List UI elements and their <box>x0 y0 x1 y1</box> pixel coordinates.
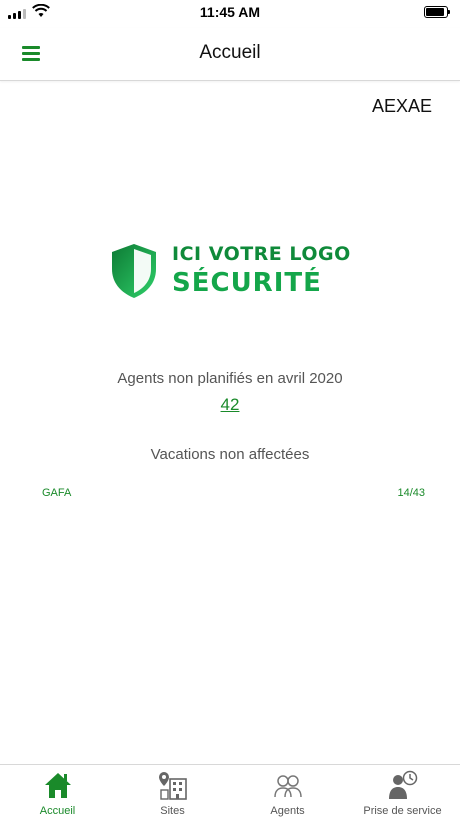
unplanned-agents-count-link[interactable]: 42 <box>0 395 460 415</box>
tab-agents[interactable]: Agents <box>230 765 345 819</box>
tab-label: Accueil <box>39 805 76 817</box>
tab-bar: Accueil Sites Agents Prise de service <box>0 764 460 819</box>
logo-text-top: ICI VOTRE LOGO <box>172 243 351 265</box>
company-name: AEXAE <box>371 96 432 116</box>
tab-sites[interactable]: Sites <box>115 765 230 819</box>
company-logo: ICI VOTRE LOGO SÉCURITÉ <box>110 243 350 301</box>
tab-label: Agents <box>270 805 305 817</box>
navigation-bar: Accueil <box>0 28 460 81</box>
building-icon <box>158 772 187 800</box>
tab-label: Sites <box>160 805 185 817</box>
vacation-row[interactable]: GAFA 14/43 <box>42 487 425 501</box>
shield-icon <box>112 244 156 298</box>
tab-label: Prise de service <box>363 805 442 817</box>
battery-icon <box>424 6 450 18</box>
status-bar: 11:45 AM <box>0 0 460 28</box>
unplanned-agents-label: Agents non planifiés en avril 2020 <box>117 370 343 387</box>
tab-accueil[interactable]: Accueil <box>0 765 115 819</box>
page-title: Accueil <box>199 42 261 63</box>
home-icon <box>44 773 71 798</box>
logo-text-bottom: SÉCURITÉ <box>172 268 322 298</box>
tab-prise-de-service[interactable]: Prise de service <box>345 765 460 819</box>
vacation-site-name: GAFA <box>42 487 72 499</box>
service-clock-icon <box>388 770 417 799</box>
agents-icon <box>273 775 302 798</box>
vacation-count: 14/43 <box>397 487 425 499</box>
unassigned-vacations-label: Vacations non affectées <box>150 446 310 463</box>
status-time: 11:45 AM <box>199 4 261 20</box>
